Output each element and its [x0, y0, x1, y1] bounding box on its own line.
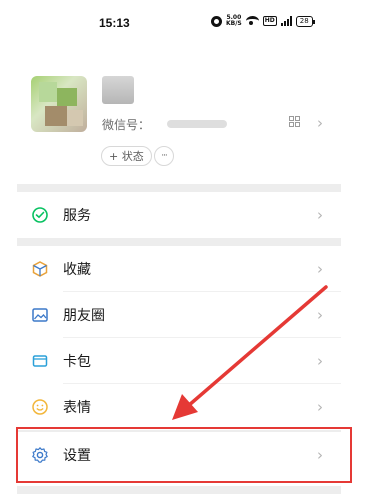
nickname-redacted [102, 76, 134, 104]
wechat-id-label: 微信号： [102, 118, 151, 132]
menu-item-favorites[interactable]: 收藏 › [17, 246, 341, 292]
section-separator [17, 486, 341, 494]
status-bar: 15:13 5.00 KB/S HD 28 [17, 0, 341, 44]
card-wallet-icon [31, 352, 49, 370]
wifi-icon [245, 16, 259, 26]
chevron-right-icon: › [317, 446, 323, 464]
favorites-cube-icon [31, 260, 49, 278]
status-time: 15:13 [99, 16, 130, 30]
chevron-right-icon: › [317, 306, 323, 324]
section-separator [17, 238, 341, 246]
status-icons: 5.00 KB/S HD 28 [211, 15, 315, 27]
menu-item-label: 朋友圈 [63, 308, 105, 324]
alarm-icon [211, 15, 222, 27]
menu-item-label: 服务 [63, 208, 91, 224]
wechat-id-redacted [167, 120, 227, 128]
menu-item-settings[interactable]: 设置 › [17, 432, 341, 478]
battery-icon: 28 [295, 15, 315, 27]
menu-item-label: 表情 [63, 400, 91, 416]
moments-image-icon [31, 306, 49, 324]
menu-item-services[interactable]: 服务 › [17, 192, 341, 238]
menu-item-label: 设置 [63, 448, 91, 464]
menu-item-label: 卡包 [63, 354, 91, 370]
sticker-smile-icon [31, 398, 49, 416]
menu-item-stickers[interactable]: 表情 › [17, 384, 341, 430]
chevron-right-icon: › [317, 260, 323, 278]
screenshot-frame: 15:13 5.00 KB/S HD 28 微信号： › + 状态 ··· 服务… [0, 0, 365, 494]
hd-icon: HD [262, 16, 277, 26]
services-icon [31, 206, 49, 224]
chevron-right-icon: › [317, 114, 323, 132]
signal-icon [280, 16, 292, 26]
network-speed-unit: KB/S [226, 20, 242, 27]
qr-code-icon[interactable] [289, 116, 300, 127]
chevron-right-icon: › [317, 206, 323, 224]
section-separator [17, 184, 341, 192]
me-page: 15:13 5.00 KB/S HD 28 微信号： › + 状态 ··· 服务… [17, 0, 341, 494]
profile-card[interactable]: 微信号： › + 状态 ··· [17, 56, 341, 172]
add-status-button[interactable]: + 状态 [101, 146, 152, 166]
avatar[interactable] [31, 76, 87, 132]
chevron-right-icon: › [317, 352, 323, 370]
left-margin [0, 0, 17, 494]
settings-gear-icon [31, 446, 49, 464]
chevron-right-icon: › [317, 398, 323, 416]
menu-item-cards[interactable]: 卡包 › [17, 338, 341, 384]
more-options-button[interactable]: ··· [154, 146, 174, 166]
menu-item-label: 收藏 [63, 262, 91, 278]
network-speed: 5.00 KB/S [226, 15, 242, 27]
menu-item-moments[interactable]: 朋友圈 › [17, 292, 341, 338]
right-margin [341, 0, 365, 494]
